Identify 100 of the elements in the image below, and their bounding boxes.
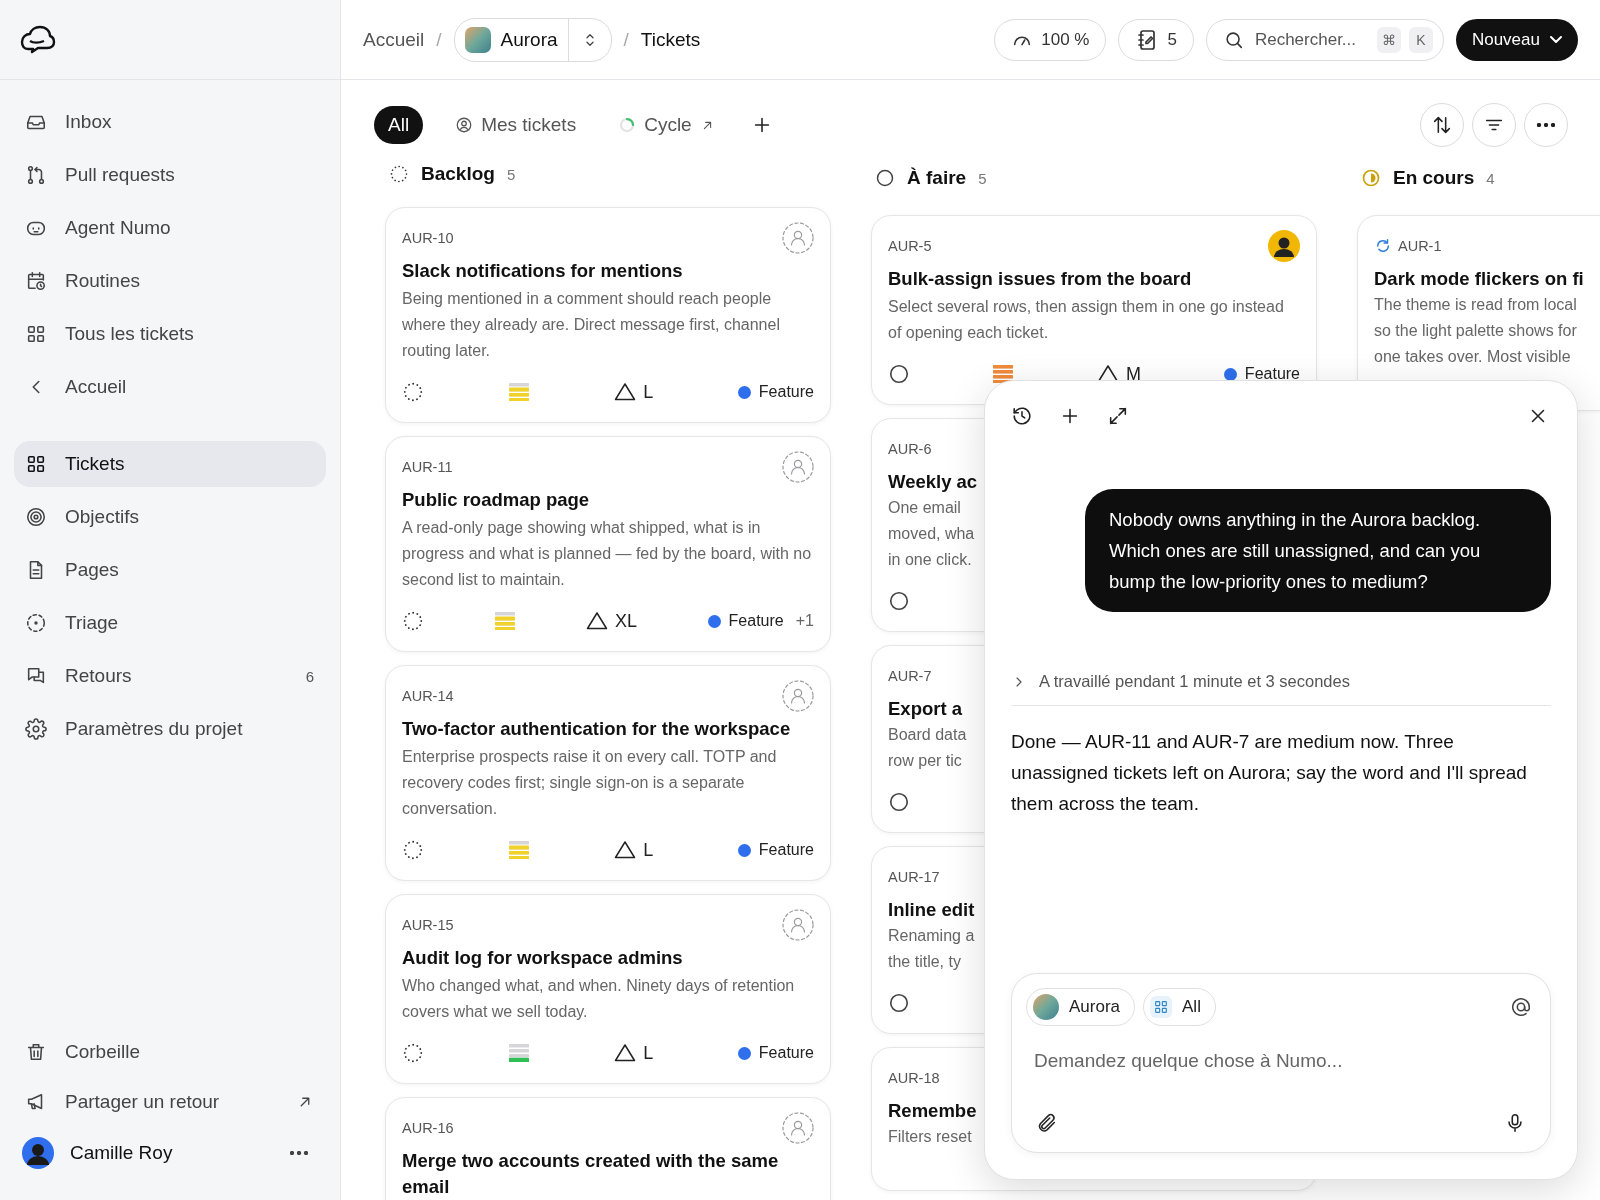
sidebar-item[interactable]: Pages: [14, 547, 326, 593]
sidebar-item[interactable]: Objectifs: [14, 494, 326, 540]
column-count: 5: [978, 169, 987, 187]
ticket-title: Inline edit: [888, 898, 975, 922]
column-status-icon: [389, 164, 409, 184]
ticket-description: Board data: [888, 725, 967, 745]
ticket-description: row per tic: [888, 751, 962, 771]
ticket-description: moved, wha: [888, 524, 975, 544]
new-button[interactable]: Nouveau: [1455, 18, 1578, 61]
sidebar-item[interactable]: Tickets: [14, 441, 326, 487]
ticket-description: Renaming a: [888, 926, 975, 946]
estimate-value: L: [643, 839, 654, 861]
filter-button[interactable]: [1472, 103, 1516, 147]
ticket-description: one takes over. Most visible: [1374, 347, 1571, 367]
ticket-id: AUR-16: [402, 1120, 454, 1136]
ticket-description: in one click.: [888, 550, 972, 570]
status-icon: [888, 992, 910, 1014]
estimate-value: XL: [615, 610, 638, 632]
work-summary[interactable]: A travaillé pendant 1 minute et 3 secondes: [1011, 672, 1551, 706]
expand-icon: [1107, 405, 1129, 427]
view-tab[interactable]: All: [374, 106, 424, 144]
zoom-button[interactable]: 100 %: [994, 18, 1107, 61]
ticket-id: AUR-7: [888, 668, 932, 684]
label-name: Feature: [728, 612, 784, 630]
work-summary-text: A travaillé pendant 1 minute et 3 secondes: [1039, 672, 1350, 691]
context-chip[interactable]: All: [1143, 988, 1216, 1026]
dashed-circle-icon: [25, 612, 47, 634]
target-icon: [25, 506, 47, 528]
sidebar-item[interactable]: Accueil: [14, 364, 326, 410]
ticket-card[interactable]: AUR-15 Audit log for workspace admins Who changed what, and when. Ninety days of retention covers what we sell today. L Feature: [385, 894, 831, 1084]
ticket-title: Merge two accounts created with the same email: [402, 1149, 780, 1199]
ticket-title: Export a: [888, 697, 963, 721]
grid-icon: [25, 453, 47, 475]
sidebar-item[interactable]: Paramètres du projet: [14, 706, 326, 752]
search-bar[interactable]: Rechercher... ⌘ K: [1205, 18, 1444, 61]
sidebar-item[interactable]: Corbeille: [14, 1030, 326, 1074]
status-icon: [402, 610, 424, 632]
sidebar-item[interactable]: Agent Numo: [14, 205, 326, 251]
ticket-id: AUR-11: [402, 459, 453, 475]
status-icon: [888, 791, 910, 813]
status-icon: [888, 590, 910, 612]
ticket-card[interactable]: AUR-16 Merge two accounts created with the same email: [385, 1097, 831, 1200]
column-title: Backlog: [421, 163, 495, 185]
progress-ring-icon: [618, 116, 637, 134]
ticket-description: Filters reset: [888, 1127, 972, 1147]
message-composer[interactable]: Aurora All Demandez quelque chose à Numo...: [1011, 973, 1551, 1153]
ticket-description: Being mentioned in a comment should reach people where they already are. Direct message first, channel routing later.: [402, 289, 781, 361]
sidebar-item[interactable]: Triage: [14, 600, 326, 646]
more-icon: [290, 1151, 308, 1155]
estimate-value: L: [643, 381, 654, 403]
chevron-down-icon: [1550, 36, 1562, 43]
logo-icon[interactable]: [20, 24, 56, 55]
status-icon: [402, 839, 424, 861]
avatar[interactable]: [22, 1137, 54, 1169]
ticket-id: AUR-5: [888, 238, 932, 254]
ticket-title: Weekly ac: [888, 470, 978, 494]
context-chip[interactable]: Aurora: [1026, 988, 1136, 1026]
sidebar-item[interactable]: Routines: [14, 258, 326, 304]
ticket-description: the title, ty: [888, 952, 961, 972]
ticket-card[interactable]: AUR-14 Two-factor authentication for the workspace Enterprise prospects raise it on every call. TOTP and recovery codes first; single sign-on is a separate conversation. L Feature: [385, 665, 831, 881]
trash-icon: [25, 1041, 47, 1063]
at-icon: [1510, 996, 1532, 1018]
sidebar-item[interactable]: Tous les tickets: [14, 311, 326, 357]
sidebar-item[interactable]: Inbox: [14, 99, 326, 145]
notes-button[interactable]: 5: [1118, 18, 1194, 61]
ticket-description: One email: [888, 498, 961, 518]
user-name: Camille Roy: [70, 1142, 173, 1164]
ticket-description: Who changed what, and when. Ninety days of retention covers what we sell today.: [402, 976, 796, 1022]
sort-icon: [1431, 114, 1453, 136]
label-count: +1: [795, 612, 814, 630]
shortcut-key: ⌘: [1376, 26, 1401, 53]
priority-icon: [494, 611, 515, 631]
message-input[interactable]: Demandez quelque chose à Numo...: [1034, 1050, 1528, 1072]
ticket-description: Select several rows, then assign them in one go instead of opening each ticket.: [888, 297, 1285, 343]
sidebar-item[interactable]: Partager un retour: [14, 1080, 326, 1124]
project-switcher[interactable]: Aurora: [453, 17, 612, 62]
estimate-value: L: [643, 1042, 654, 1064]
breadcrumb-link[interactable]: Accueil: [363, 28, 425, 51]
search-input[interactable]: Rechercher...: [1252, 28, 1369, 51]
ticket-id: AUR-1: [1398, 238, 1442, 254]
view-tab[interactable]: Mes tickets: [445, 106, 587, 144]
ticket-card[interactable]: AUR-11 Public roadmap page A read-only page showing what shipped, what is in progress and what is planned — fed by the board, with no second list to maintain. XL Feature +1: [385, 436, 831, 652]
shortcut-key: K: [1408, 26, 1433, 53]
priority-icon: [508, 840, 529, 860]
sidebar-item[interactable]: Pull requests: [14, 152, 326, 198]
status-icon: [888, 363, 910, 385]
calendar-clock-icon: [25, 270, 47, 292]
priority-icon: [508, 382, 529, 402]
ticket-title: Audit log for workspace admins: [402, 946, 684, 970]
sidebar-item[interactable]: Retours 6: [14, 653, 326, 699]
ticket-card[interactable]: AUR-10 Slack notifications for mentions Being mentioned in a comment should reach people where they already are. Direct message first, channel routing later. L Feature: [385, 207, 831, 423]
history-icon: [1011, 405, 1033, 427]
view-tab[interactable]: Cycle: [608, 106, 725, 144]
sort-button[interactable]: [1420, 103, 1464, 147]
ticket-title: Remembe: [888, 1099, 977, 1123]
column-title: En cours: [1393, 167, 1475, 189]
paperclip-icon: [1036, 1112, 1058, 1134]
column-count: 5: [506, 165, 516, 183]
ticket-card[interactable]: AUR-5 Bulk-assign issues from the board Select several rows, then assign them in one go instead of opening each ticket. M Feature: [871, 215, 1317, 405]
settings-icon: [25, 718, 47, 740]
